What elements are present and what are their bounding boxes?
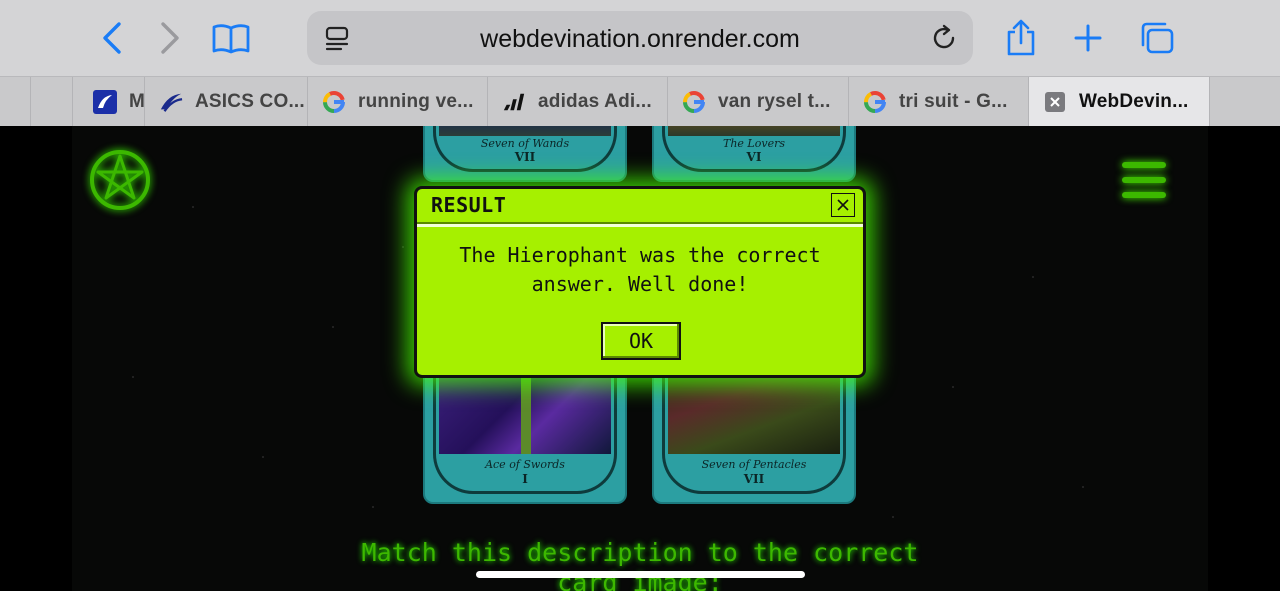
close-tab-icon[interactable] xyxy=(1043,90,1067,114)
dialog-title: RESULT xyxy=(431,193,507,217)
tab-adidas[interactable]: adidas Adi... xyxy=(487,77,667,126)
result-dialog: RESULT The Hierophant was the correct an… xyxy=(414,186,866,378)
chevron-right-icon xyxy=(161,22,179,54)
close-icon xyxy=(837,199,849,211)
bookmarks-button[interactable] xyxy=(209,16,253,60)
tab-asics[interactable]: ASICS CO... xyxy=(144,77,307,126)
plus-icon xyxy=(1074,24,1102,52)
card-name: Ace of Swords xyxy=(485,458,565,471)
forward-button[interactable] xyxy=(148,16,192,60)
tab-title: van rysel t... xyxy=(718,90,831,112)
card-number: VII xyxy=(743,472,765,486)
asics-icon xyxy=(159,90,183,114)
url-text[interactable]: webdevination.onrender.com xyxy=(307,25,973,54)
tarot-card-top-right[interactable]: The Lovers VI xyxy=(652,126,856,182)
hamburger-menu-icon[interactable] xyxy=(1120,160,1170,200)
tabs-icon xyxy=(1141,22,1174,54)
reload-icon[interactable] xyxy=(929,23,959,53)
dialog-message-line-1: The Hierophant was the correct xyxy=(459,243,821,267)
dialog-message: The Hierophant was the correct answer. W… xyxy=(437,241,843,299)
share-icon xyxy=(1007,19,1035,56)
tarot-card-bottom-left[interactable]: Ace of Swords I xyxy=(423,366,627,504)
address-bar[interactable]: webdevination.onrender.com xyxy=(307,11,973,65)
card-name: Seven of Pentacles xyxy=(701,458,807,471)
new-tab-button[interactable] xyxy=(1066,16,1110,60)
tab-title: tri suit - G... xyxy=(899,90,1008,112)
tab-title: WebDevin... xyxy=(1079,90,1189,112)
description-line-1: Match this description to the correct xyxy=(361,538,919,567)
dialog-message-line-2: answer. Well done! xyxy=(531,272,749,296)
card-number: I xyxy=(522,472,528,486)
book-icon xyxy=(212,24,250,54)
google-icon xyxy=(682,90,706,114)
card-description-prompt: Match this description to the correct ca… xyxy=(0,538,1280,591)
tab-van-rysel[interactable]: van rysel t... xyxy=(667,77,848,126)
tab-mizuno[interactable]: M xyxy=(72,77,144,126)
home-indicator[interactable] xyxy=(476,571,805,578)
tarot-card-bottom-right[interactable]: Seven of Pentacles VII xyxy=(652,366,856,504)
google-icon xyxy=(322,90,346,114)
card-name: Seven of Wands xyxy=(480,137,570,150)
ok-button[interactable]: OK xyxy=(601,322,681,360)
tab-running[interactable]: running ve... xyxy=(307,77,487,126)
tab-google-partial[interactable] xyxy=(30,77,72,126)
card-number: VII xyxy=(514,150,536,164)
dialog-title-divider xyxy=(417,222,863,227)
card-number: VI xyxy=(746,150,762,164)
google-icon xyxy=(863,90,887,114)
mizuno-icon xyxy=(93,89,117,114)
pentacle-logo-icon[interactable] xyxy=(88,148,152,212)
adidas-icon xyxy=(502,90,526,114)
browser-toolbar: webdevination.onrender.com xyxy=(0,0,1280,76)
tab-webdevination[interactable]: WebDevin... xyxy=(1028,77,1209,126)
tab-strip: M ASICS CO... running ve... adidas Adi..… xyxy=(0,76,1280,126)
tab-title: adidas Adi... xyxy=(538,90,652,112)
chevron-left-icon xyxy=(103,22,121,54)
tab-strip-empty xyxy=(1209,77,1280,126)
tab-overview-button[interactable] xyxy=(1135,16,1179,60)
dialog-close-button[interactable] xyxy=(831,193,855,217)
tab-title: ASICS CO... xyxy=(195,90,305,112)
back-button[interactable] xyxy=(90,16,134,60)
tarot-card-top-left[interactable]: Seven of Wands VII xyxy=(423,126,627,182)
card-name: The Lovers xyxy=(723,137,785,150)
tab-tri-suit[interactable]: tri suit - G... xyxy=(848,77,1028,126)
tab-title: running ve... xyxy=(358,90,474,112)
tab-title: M xyxy=(129,90,144,112)
share-button[interactable] xyxy=(999,16,1043,60)
